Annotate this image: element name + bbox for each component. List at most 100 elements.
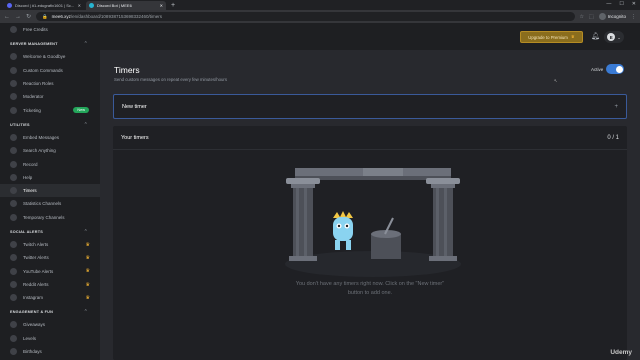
reddit-alerts-icon [10,280,17,288]
minimize-icon[interactable]: — [606,1,611,7]
sidebar-item-timers[interactable]: Timers [0,183,100,198]
sidebar-item-label: Instagram [23,295,44,301]
chevron-up-icon: ⌃ [83,309,88,316]
toggle-knob [615,65,623,73]
sidebar-item-label: Search Anything [23,148,56,154]
twitch-alerts-icon [10,241,17,248]
levels-icon [10,334,17,342]
sidebar-section-heading[interactable]: SOCIAL ALERTS ⌃ [0,226,100,238]
sidebar-item-levels[interactable]: Levels [0,332,100,345]
sidebar-item-instagram[interactable]: Instagram ♛ [0,291,100,304]
sidebar-item-reaction-roles[interactable]: Reaction Roles [0,77,100,90]
record-icon [10,160,17,168]
empty-state-illustration [285,168,461,277]
sidebar-item-twitter-alerts[interactable]: Twitter Alerts ♛ [0,251,100,264]
sidebar-item-label: Reddit Alerts [23,281,49,287]
new-timer-panel[interactable]: New timer + [113,94,627,119]
sidebar-item-reddit-alerts[interactable]: Reddit Alerts ♛ [0,278,100,291]
sidebar-item-twitch-alerts[interactable]: Twitch Alerts ♛ [0,238,100,251]
udemy-watermark: Udemy [610,349,632,356]
sidebar: Free Credits SERVER MANAGEMENT ⌃ Welcome & … [0,23,100,360]
ticketing-icon [10,106,17,114]
crown-icon: ♛ [85,255,90,262]
sidebar-item-label: YouTube Alerts [23,268,54,274]
browser-tab-mee6[interactable]: Discord Bot | MEE6 ✕ [86,1,166,10]
chevron-up-icon: ⌃ [83,121,88,128]
active-toggle-group: Active [591,64,625,74]
active-toggle[interactable] [606,64,625,74]
url-field[interactable]: 🔒 mee6.xyz/en/dashboard/1089387153698332… [36,12,575,21]
section-heading-label: UTILITIES [10,122,30,127]
maximize-icon[interactable]: ☐ [619,1,623,7]
sidebar-item-youtube-alerts[interactable]: YouTube Alerts ♛ [0,264,100,277]
sidebar-item-label: Record [23,161,38,167]
back-icon[interactable]: ← [4,14,10,20]
section-heading-label: SOCIAL ALERTS [10,229,43,234]
sidebar-item-free-credits[interactable]: Free Credits [0,23,100,36]
browser-tab-discord[interactable]: Discord | #1-edugrafix1601 | Sc... ✕ [4,1,84,10]
address-bar-row: ← → ↻ 🔒 mee6.xyz/en/dashboard/1089387153… [0,10,640,23]
sidebar-item-birthdays[interactable]: Birthdays [0,345,100,358]
sidebar-item-label: Birthdays [23,349,42,355]
section-heading-label: SERVER MANAGEMENT [10,42,58,47]
sidebar-item-label: Twitter Alerts [23,255,49,261]
browser-menu-icon[interactable]: ⋮ [631,14,636,20]
notification-bell-icon[interactable]: 🔔︎ [591,32,600,40]
sidebar-item-record[interactable]: Record [0,157,100,170]
twitter-alerts-icon [10,254,17,262]
sidebar-item-ticketing[interactable]: Ticketing New [0,103,100,116]
statistics-channels-icon [10,200,17,208]
sidebar-item-search-anything[interactable]: Search Anything [0,144,100,157]
timers-icon [10,187,17,195]
sidebar-section-heading[interactable]: ENGAGEMENT & FUN ⌃ [0,306,100,318]
new-tab-button[interactable]: + [168,1,178,10]
window-controls: — ☐ ✕ [606,1,636,7]
empty-state-message: You don't have any timers right now. Cli… [295,281,445,296]
tab-search-icon[interactable]: ⬚ [589,14,594,20]
plus-icon[interactable]: + [614,104,618,110]
sidebar-item-label: Free Credits [23,27,48,33]
sidebar-item-label: Welcome & Goodbye [23,54,66,60]
crown-icon: ♛ [570,34,575,39]
sidebar-item-moderator[interactable]: Moderator [0,90,100,103]
custom-commands-icon [10,66,17,74]
chevron-up-icon: ⌃ [83,228,88,235]
user-menu-button[interactable]: E ⌄ [604,31,624,43]
crown-icon: ♛ [85,295,90,302]
sidebar-item-giveaways[interactable]: Giveaways [0,318,100,331]
bookmark-star-icon[interactable]: ☆ [580,14,584,20]
sidebar-item-temporary-channels[interactable]: Temporary Channels [0,211,100,224]
close-window-icon[interactable]: ✕ [632,1,636,7]
tab-title: Discord Bot | MEE6 [97,3,132,8]
moderator-icon [10,93,17,101]
forward-icon[interactable]: → [15,14,21,20]
sidebar-item-statistics-channels[interactable]: Statistics Channels [0,197,100,210]
crown-icon: ♛ [85,268,90,275]
sidebar-item-embed-messages[interactable]: Embed Messages [0,131,100,144]
sidebar-item-help[interactable]: Help [0,171,100,184]
sidebar-section-heading[interactable]: SERVER MANAGEMENT ⌃ [0,38,100,50]
sidebar-item-label: Help [23,174,33,180]
reaction-roles-icon [10,80,17,88]
close-tab-icon[interactable]: ✕ [78,3,81,8]
url-host: mee6.xyz [51,14,71,19]
top-bar: Upgrade to Premium ♛ 🔔︎ E ⌄ [100,23,640,50]
close-tab-icon[interactable]: ✕ [160,3,163,8]
timer-count: 0 / 1 [607,134,619,141]
reload-icon[interactable]: ↻ [26,13,31,20]
browser-tab-strip: Discord | #1-edugrafix1601 | Sc... ✕ Dis… [0,0,640,10]
mouse-pointer-icon: ↖ [554,78,558,83]
sidebar-item-custom-commands[interactable]: Custom Commands [0,64,100,77]
sidebar-item-welcome-goodbye[interactable]: Welcome & Goodbye [0,50,100,63]
sidebar-item-label: Custom Commands [23,67,63,73]
sidebar-item-label: Embed Messages [23,134,60,140]
sidebar-section-heading[interactable]: UTILITIES ⌃ [0,119,100,131]
temporary-channels-icon [10,213,17,221]
upgrade-premium-button[interactable]: Upgrade to Premium ♛ [520,31,583,43]
instagram-icon [10,294,17,302]
tab-title: Discord | #1-edugrafix1601 | Sc... [15,3,75,8]
incognito-profile[interactable]: Incognito [598,13,626,20]
sidebar-item-label: Reaction Roles [23,81,54,87]
sidebar-item-label: Statistics Channels [23,201,62,207]
new-timer-label: New timer [122,103,147,110]
